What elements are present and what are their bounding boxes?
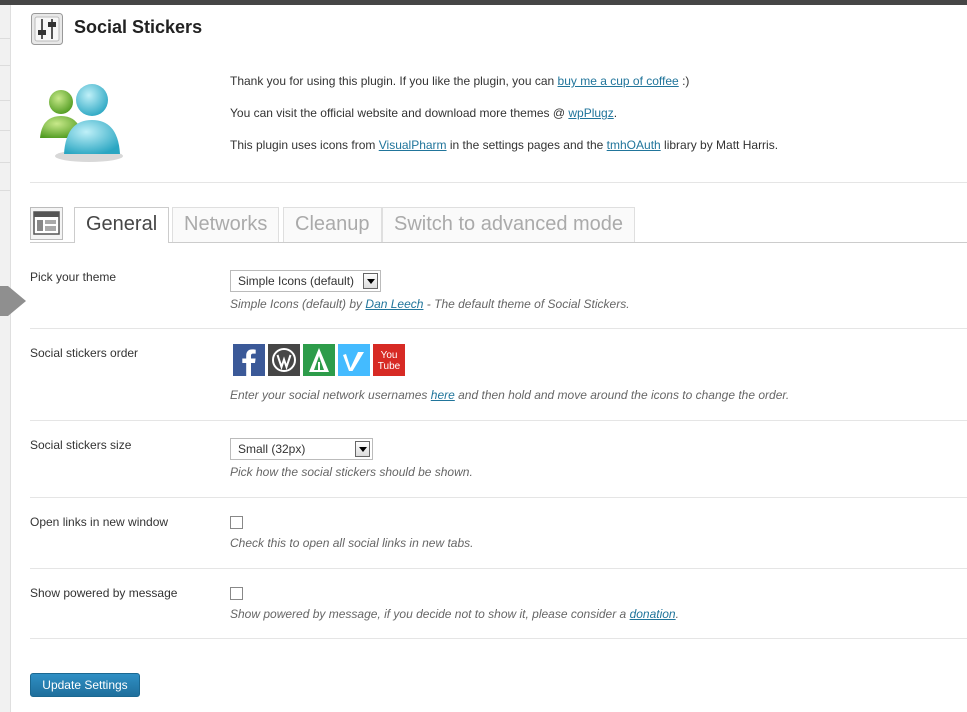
usernames-here-link[interactable]: here <box>431 388 455 402</box>
order-label: Social stickers order <box>30 346 139 360</box>
chevron-down-icon <box>363 273 378 289</box>
theme-select-value: Simple Icons (default) <box>238 274 355 288</box>
users-icon <box>40 84 123 162</box>
donation-link[interactable]: donation <box>630 607 676 621</box>
donate-link[interactable]: buy me a cup of coffee <box>558 74 679 88</box>
divider <box>30 497 967 498</box>
new-window-checkbox[interactable] <box>230 516 243 529</box>
settings-sliders-icon <box>31 13 63 45</box>
wpplugz-link[interactable]: wpPlugz <box>568 106 613 120</box>
intro-line-credits: This plugin uses icons from VisualPharm … <box>230 138 779 152</box>
powered-by-label: Show powered by message <box>30 586 178 600</box>
size-select[interactable]: Small (32px) <box>230 438 373 460</box>
dan-leech-link[interactable]: Dan Leech <box>365 297 423 311</box>
current-menu-arrow-icon <box>8 286 26 316</box>
divider <box>30 568 967 569</box>
new-window-description: Check this to open all social links in n… <box>230 536 474 550</box>
intro-line-website: You can visit the official website and d… <box>230 106 618 120</box>
current-menu-indicator <box>0 286 8 316</box>
admin-top-bar <box>0 0 967 5</box>
theme-select[interactable]: Simple Icons (default) <box>230 270 381 292</box>
vimeo-icon[interactable] <box>338 344 370 376</box>
tab-advanced-mode[interactable]: Switch to advanced mode <box>382 207 636 242</box>
layout-window-icon <box>30 207 63 240</box>
tmhoauth-link[interactable]: tmhOAuth <box>607 138 661 152</box>
foursquare-icon[interactable] <box>303 344 335 376</box>
theme-label: Pick your theme <box>30 270 117 284</box>
page-title: Social Stickers <box>74 17 203 37</box>
size-description: Pick how the social stickers should be s… <box>230 465 473 479</box>
tab-general[interactable]: General <box>74 207 170 243</box>
admin-sidebar-edge <box>0 5 11 712</box>
update-settings-button[interactable]: Update Settings <box>30 673 140 697</box>
powered-by-checkbox[interactable] <box>230 587 243 600</box>
size-label: Social stickers size <box>30 438 132 452</box>
divider <box>30 420 967 421</box>
visualpharm-link[interactable]: VisualPharm <box>379 138 447 152</box>
wordpress-icon[interactable] <box>268 344 300 376</box>
new-window-label: Open links in new window <box>30 515 169 529</box>
tabs-baseline <box>30 242 967 243</box>
svg-text:YouTube: You Tube <box>378 350 401 372</box>
intro-line-donate: Thank you for using this plugin. If you … <box>230 74 690 88</box>
facebook-icon[interactable] <box>233 344 265 376</box>
order-description: Enter your social network usernames here… <box>230 388 790 402</box>
youtube-icon[interactable]: You Tube <box>373 344 405 376</box>
divider <box>30 328 967 329</box>
powered-by-description: Show powered by message, if you decide n… <box>230 607 679 621</box>
tab-cleanup[interactable]: Cleanup <box>283 207 382 242</box>
size-select-value: Small (32px) <box>238 442 306 456</box>
tab-networks[interactable]: Networks <box>172 207 280 242</box>
theme-description: Simple Icons (default) by Dan Leech - Th… <box>230 297 630 311</box>
chevron-down-icon <box>355 441 370 457</box>
divider <box>30 638 967 639</box>
divider <box>30 182 967 183</box>
